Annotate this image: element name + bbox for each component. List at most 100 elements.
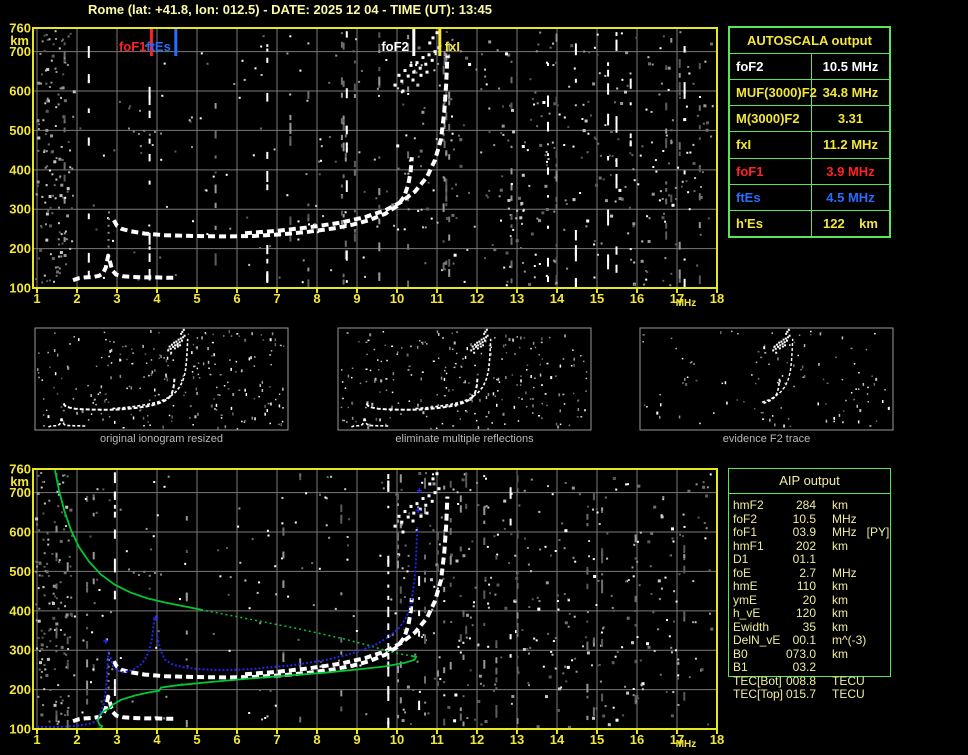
x-tick-label: 1	[33, 291, 40, 306]
x-tick-label: 13	[510, 732, 524, 747]
x-tick-label: 9	[353, 291, 360, 306]
autoscala-row-value: 122 km	[823, 215, 878, 231]
x-tick-label: 4	[153, 732, 161, 747]
aip-row-value: 202	[795, 538, 816, 553]
aip-row-unit: km	[832, 579, 848, 593]
page-title: Rome (lat: +41.8, lon: 012.5) - DATE: 20…	[88, 2, 492, 17]
aip-row: TEC[Top] 015.7 TECU	[728, 687, 891, 702]
series-E-cusp-dotted-column	[107, 652, 110, 689]
aip-row-unit: m^(-3)	[832, 633, 867, 647]
aip-table-title: AIP output	[728, 468, 891, 494]
x-tick-label: 13	[510, 291, 524, 306]
aip-row: B1 03.2	[728, 660, 891, 675]
grid-lines	[33, 28, 717, 288]
autoscala-row-value: 34.8 MHz	[822, 85, 879, 101]
x-tick-label: 16	[630, 291, 644, 306]
aip-row-unit: MHz	[832, 511, 857, 526]
autoscala-table-title: AUTOSCALA output	[747, 33, 872, 48]
aip-row-label: foF1	[733, 525, 758, 539]
x-tick-label: 2	[73, 732, 80, 747]
autoscala-row-value: 11.2 MHz	[823, 137, 878, 153]
thumbnail-caption-original: original ionogram resized	[100, 433, 223, 445]
autoscala-row-value: 10.5 MHz	[822, 59, 879, 74]
aip-row-value: 00.1	[792, 633, 816, 647]
x-axis-unit-label: MHz	[676, 298, 697, 309]
autoscala-row: foF2 10.5 MHz	[730, 53, 889, 80]
aip-row-unit: km	[832, 498, 848, 512]
thumbnail-caption-evidence: evidence F2 trace	[722, 433, 811, 445]
y-tick-label: 300	[9, 643, 31, 658]
thumbnail-eliminate-reflections	[337, 327, 592, 431]
x-tick-label: 7	[273, 291, 280, 306]
aip-row: hmE 110 km	[728, 579, 891, 594]
series-F-extraordinary-echo-trace	[244, 496, 450, 677]
autoscala-row-label: fxI	[730, 132, 812, 158]
aip-row: foE 2.7 MHz	[728, 565, 891, 581]
x-tick-label: 3	[113, 732, 120, 747]
x-tick-label: 4	[153, 291, 161, 306]
x-tick-label: 6	[233, 291, 240, 306]
aip-row-unit: MHz [PY]	[832, 525, 890, 539]
autoscala-row-label: foF2	[730, 54, 812, 80]
x-tick-label: 15	[590, 291, 604, 306]
top-ionogram-plot: 1 2 3 4 5 6 7 8 9 10 11 12 13 14 15 16 17 18MHz7607006005…	[9, 21, 724, 310]
aip-row-unit: km	[832, 606, 848, 620]
autoscala-row-label: foF1	[730, 158, 812, 184]
autoscala-row: fxI 11.2 MHz	[730, 131, 889, 158]
x-tick-label: 3	[113, 291, 120, 306]
x-tick-label: 15	[590, 732, 604, 747]
y-tick-label: 600	[9, 525, 31, 540]
aip-row-label: hmF1	[733, 538, 764, 553]
aip-row: foF1 03.9 MHz [PY]	[728, 525, 891, 540]
aip-row-value: 2.7	[799, 565, 816, 580]
y-tick-label: 100	[9, 722, 31, 737]
marker-label-foF1: foF1	[119, 39, 146, 54]
marker-label-ftEs: ftEs	[146, 39, 171, 54]
x-tick-label: 8	[313, 732, 320, 747]
aip-row-label: hmF2	[733, 498, 764, 512]
aip-row-value: 03.9	[792, 525, 816, 539]
x-tick-label: 2	[73, 291, 80, 306]
autoscala-ionogram-screen: { "header": { "title": "Rome (lat: +41.8…	[0, 0, 968, 755]
aip-row-value: 073.0	[785, 646, 816, 661]
noise-layer	[35, 30, 714, 289]
y-tick-label: 400	[9, 603, 31, 618]
aip-row-value: 284	[795, 498, 816, 512]
autoscala-row-value: 4.5 MHz	[826, 189, 875, 205]
y-axis-unit-label: km	[10, 33, 29, 48]
bottom-ionogram-plot: 1 2 3 4 5 6 7 8 9 10 11 12 13 14 15 16 17 18MHz7607006005…	[9, 462, 724, 751]
aip-table-rows: hmF2 284 km foF2 10.5 MHz foF1 03.9 MHz [PY] hmF1…	[728, 498, 891, 702]
aip-row-value: 20	[802, 592, 816, 607]
aip-row-unit: km	[832, 538, 848, 553]
series-E-cusp-dotted-column	[107, 211, 110, 248]
aip-row-label: foE	[733, 565, 752, 580]
x-tick-label: 11	[430, 291, 444, 306]
noise-layer	[35, 472, 714, 729]
thumbnail-evidence-f2-trace	[639, 327, 894, 431]
x-tick-label: 10	[390, 732, 404, 747]
x-tick-label: 18	[710, 291, 724, 306]
aip-row: hmF2 284 km	[728, 498, 891, 513]
aip-row: TEC[Bot] 008.8 TECU	[728, 673, 891, 689]
aip-row-label: D1	[733, 552, 749, 566]
y-tick-label: 200	[9, 241, 31, 256]
aip-row-label: B0	[733, 646, 748, 661]
aip-row-unit: km	[832, 646, 848, 661]
aip-row-unit: MHz	[832, 565, 857, 580]
aip-row: D1 01.1	[728, 552, 891, 567]
aip-row-value: 10.5	[792, 511, 816, 526]
aip-row-unit: TECU	[832, 673, 865, 688]
x-tick-label: 9	[353, 732, 360, 747]
autoscala-row: M(3000)F2 3.31	[730, 105, 889, 132]
x-tick-label: 14	[550, 291, 565, 306]
series-reconstructed-trace-isolated-points	[103, 488, 422, 644]
aip-row: DelN_vE 00.1 m^(-3)	[728, 633, 891, 648]
y-tick-label: 400	[9, 162, 31, 177]
aip-row: Ewidth 35 km	[728, 620, 891, 635]
y-tick-label: 100	[9, 281, 31, 296]
aip-row-label: B1	[733, 660, 748, 674]
autoscala-row-value: 3.31	[837, 111, 864, 127]
autoscala-row-value: 3.9 MHz	[826, 163, 875, 179]
x-tick-label: 8	[313, 291, 320, 306]
y-tick-label: 500	[9, 564, 31, 579]
